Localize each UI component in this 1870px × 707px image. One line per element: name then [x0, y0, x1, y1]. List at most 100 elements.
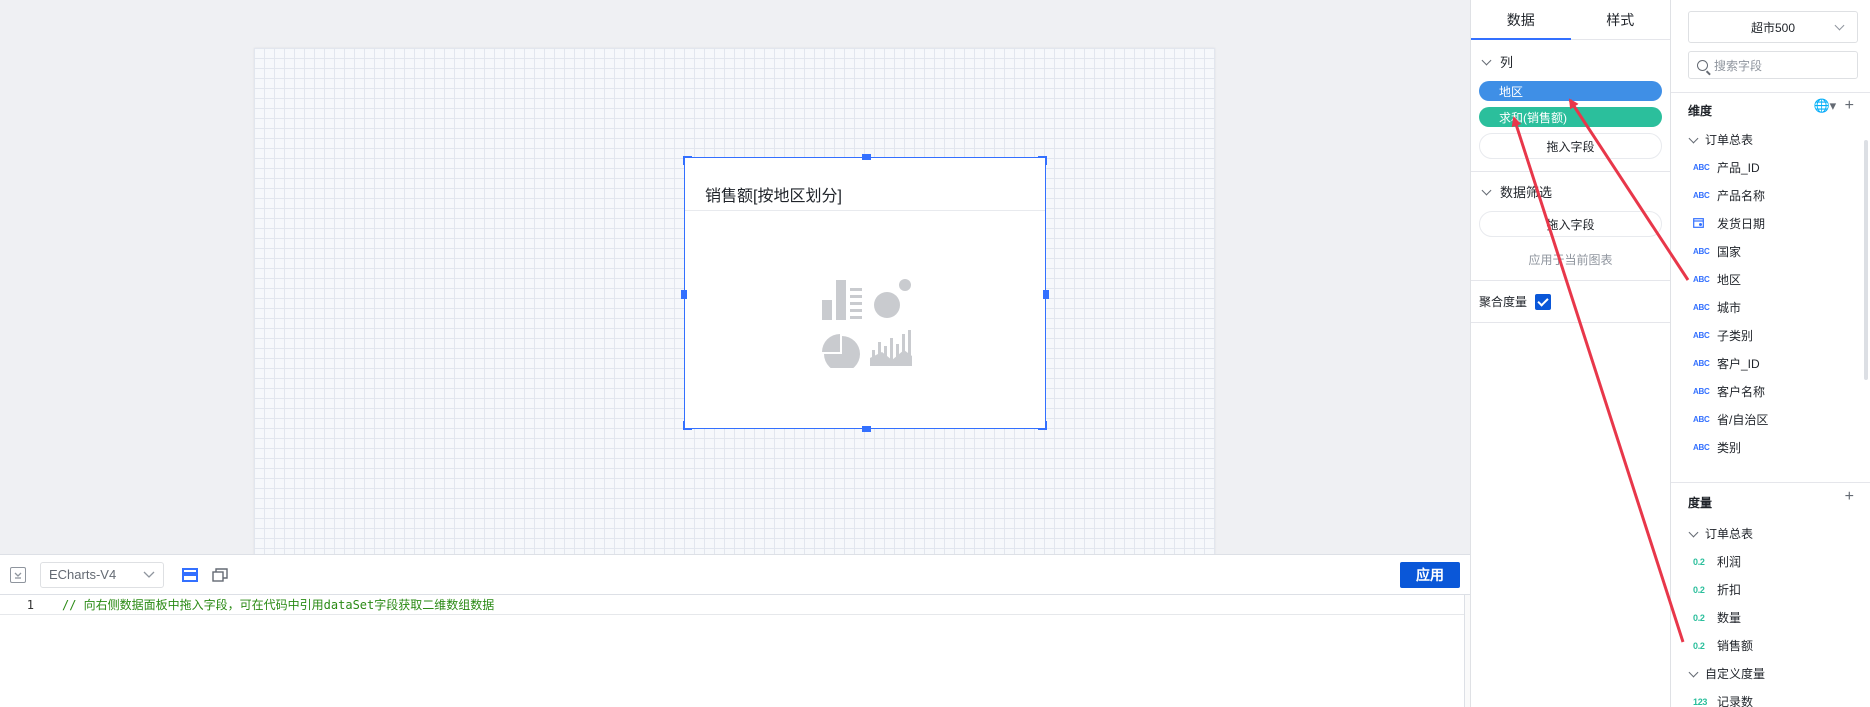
- dimension-field-name: 省/自治区: [1717, 413, 1769, 427]
- measure-field-name: 销售额: [1717, 639, 1754, 653]
- string-type-icon: ABC: [1693, 275, 1710, 284]
- dimension-field-item[interactable]: ABC 客户_ID: [1693, 355, 1760, 372]
- code-area[interactable]: 1 // 向右侧数据面板中拖入字段，可在代码中引用dataSet字段获取二维数组…: [0, 595, 1470, 707]
- tab-data[interactable]: 数据: [1471, 0, 1571, 40]
- date-type-icon: [1693, 217, 1709, 230]
- measure-field-item[interactable]: 0.2 折扣: [1693, 581, 1741, 598]
- columns-header[interactable]: 列: [1479, 52, 1662, 71]
- string-type-icon: ABC: [1693, 191, 1710, 200]
- dimension-table-title[interactable]: 订单总表: [1688, 131, 1753, 148]
- columns-drop-zone[interactable]: 拖入字段: [1479, 133, 1662, 159]
- tab-style[interactable]: 样式: [1571, 0, 1671, 39]
- custom-measure-field-item[interactable]: 123 记录数: [1693, 693, 1753, 707]
- editor-toolbar: ECharts-V4 应用: [0, 555, 1470, 595]
- string-type-icon: ABC: [1693, 331, 1710, 340]
- line-number: 1: [26, 597, 34, 612]
- aggregate-measure-label: 聚合度量: [1479, 295, 1528, 309]
- dataset-select[interactable]: 超市500: [1688, 11, 1858, 43]
- custom-measure-title[interactable]: 自定义度量: [1688, 665, 1765, 682]
- resize-corner-top-right[interactable]: [1038, 156, 1047, 165]
- measure-table-title[interactable]: 订单总表: [1688, 525, 1753, 542]
- string-type-icon: ABC: [1693, 387, 1710, 396]
- resize-handle-right[interactable]: [1043, 290, 1049, 299]
- filter-header[interactable]: 数据筛选: [1479, 182, 1662, 201]
- column-pill-sum-sales[interactable]: 求和(销售额): [1479, 107, 1662, 127]
- string-type-icon: ABC: [1693, 163, 1710, 172]
- dimension-field-item[interactable]: ABC 城市: [1693, 299, 1741, 316]
- columns-section: 列 地区 求和(销售额) 拖入字段: [1471, 40, 1670, 172]
- resize-handle-bottom[interactable]: [862, 426, 871, 432]
- dimensions-title: 维度: [1688, 104, 1713, 118]
- code-comment: // 向右侧数据面板中拖入字段，可在代码中引用dataSet字段获取二维数组数据: [62, 598, 495, 612]
- dimension-field-item[interactable]: 发货日期: [1693, 215, 1765, 232]
- chevron-down-icon: [1688, 667, 1699, 677]
- column-pill-region[interactable]: 地区: [1479, 81, 1662, 101]
- divider: [1671, 482, 1870, 483]
- chevron-down-icon: [1481, 55, 1492, 65]
- chart-widget[interactable]: 销售额[按地区划分]: [681, 154, 1049, 432]
- chevron-down-icon: [1834, 20, 1845, 31]
- filter-hint: 应用于当前图表: [1528, 253, 1613, 267]
- chart-title: 销售额[按地区划分]: [705, 188, 842, 205]
- measure-field-item[interactable]: 0.2 利润: [1693, 553, 1741, 570]
- string-type-icon: ABC: [1693, 359, 1710, 368]
- measure-field-name: 折扣: [1717, 583, 1742, 597]
- dimension-field-item[interactable]: ABC 客户名称: [1693, 383, 1765, 400]
- string-type-icon: ABC: [1693, 443, 1710, 452]
- resize-handle-top[interactable]: [862, 154, 871, 160]
- dimension-field-item[interactable]: ABC 省/自治区: [1693, 411, 1768, 428]
- columns-title: 列: [1500, 55, 1514, 70]
- resize-corner-top-left[interactable]: [683, 156, 692, 165]
- dimension-field-name: 城市: [1717, 301, 1742, 315]
- dimension-field-name: 地区: [1717, 273, 1742, 287]
- dimension-field-name: 客户名称: [1717, 385, 1766, 399]
- add-measure-icon[interactable]: +: [1845, 488, 1854, 506]
- filter-drop-zone[interactable]: 拖入字段: [1479, 211, 1662, 237]
- field-search-input[interactable]: 搜索字段: [1688, 51, 1858, 79]
- dimension-field-item[interactable]: ABC 产品名称: [1693, 187, 1765, 204]
- dimension-field-name: 类别: [1717, 441, 1742, 455]
- numeric-type-icon: 0.2: [1693, 556, 1705, 567]
- aggregate-measure-checkbox[interactable]: [1535, 293, 1552, 310]
- canvas-area: 销售额[按地区划分]: [0, 0, 1470, 554]
- chevron-down-icon: [143, 571, 155, 578]
- numeric-type-icon: 0.2: [1693, 640, 1705, 651]
- measure-field-item[interactable]: 0.2 销售额: [1693, 637, 1753, 654]
- layout-float-icon[interactable]: [212, 567, 228, 582]
- measure-field-name: 利润: [1717, 555, 1742, 569]
- numeric-type-icon: 123: [1693, 696, 1708, 707]
- chevron-down-icon: [1688, 527, 1699, 537]
- resize-handle-left[interactable]: [681, 290, 687, 299]
- custom-measure-field-name: 记录数: [1717, 695, 1754, 707]
- dimension-field-item[interactable]: ABC 地区: [1693, 271, 1741, 288]
- dimension-field-name: 子类别: [1717, 329, 1754, 343]
- collapse-editor-button[interactable]: [10, 566, 26, 583]
- code-editor-panel: ECharts-V4 应用 1 // 向右侧数据面板中拖入字段，可在代码中引用d…: [0, 554, 1470, 707]
- measure-field-name: 数量: [1717, 611, 1742, 625]
- dimension-field-item[interactable]: ABC 子类别: [1693, 327, 1753, 344]
- string-type-icon: ABC: [1693, 415, 1710, 424]
- layout-split-icon[interactable]: [182, 567, 198, 582]
- apply-button[interactable]: 应用: [1400, 562, 1460, 588]
- dimension-field-name: 国家: [1717, 245, 1742, 259]
- renderer-select-value: ECharts-V4: [49, 567, 117, 582]
- measure-field-item[interactable]: 0.2 数量: [1693, 609, 1741, 626]
- measures-title: 度量: [1688, 496, 1713, 510]
- dimension-scrollbar[interactable]: [1864, 140, 1868, 380]
- chart-placeholder-icon: [822, 279, 912, 368]
- dimension-field-item[interactable]: ABC 类别: [1693, 439, 1741, 456]
- add-dimension-icon[interactable]: +: [1845, 97, 1854, 114]
- globe-icon[interactable]: 🌐▾: [1813, 98, 1836, 113]
- resize-corner-bottom-right[interactable]: [1038, 421, 1047, 430]
- dimension-field-name: 客户_ID: [1717, 357, 1760, 371]
- filter-title: 数据筛选: [1500, 185, 1553, 200]
- renderer-select[interactable]: ECharts-V4: [40, 561, 164, 588]
- string-type-icon: ABC: [1693, 247, 1710, 256]
- dimension-field-item[interactable]: ABC 国家: [1693, 243, 1741, 260]
- dimension-field-item[interactable]: ABC 产品_ID: [1693, 159, 1760, 176]
- search-icon: [1697, 59, 1708, 71]
- code-line[interactable]: 1 // 向右侧数据面板中拖入字段，可在代码中引用dataSet字段获取二维数组…: [0, 595, 1470, 615]
- collapse-icon: [14, 572, 22, 579]
- resize-corner-bottom-left[interactable]: [683, 421, 692, 430]
- field-search-placeholder: 搜索字段: [1714, 58, 1763, 73]
